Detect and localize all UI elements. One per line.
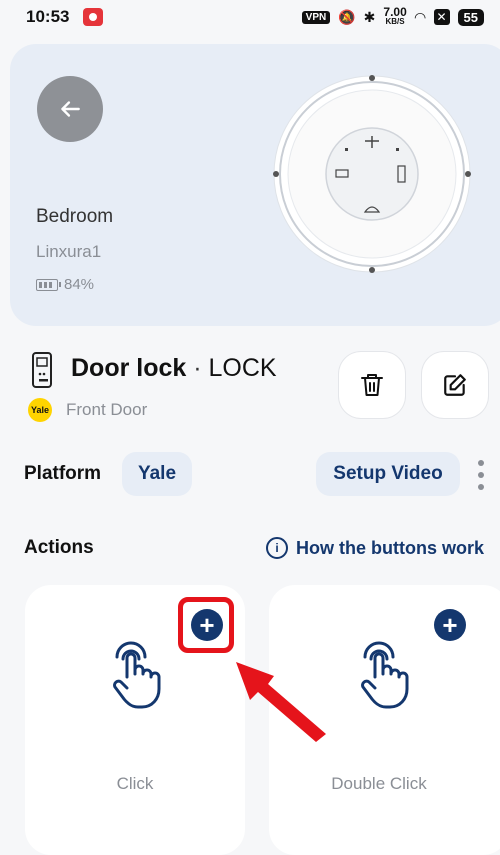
highlight-box bbox=[178, 597, 234, 653]
device-location: Front Door bbox=[66, 400, 148, 419]
more-options-icon[interactable] bbox=[474, 460, 488, 490]
pointer-arrow-icon bbox=[236, 662, 326, 742]
hub-device-image bbox=[273, 75, 471, 273]
x-icon: ✕ bbox=[433, 9, 450, 25]
vpn-badge: VPN bbox=[301, 10, 331, 24]
bluetooth-icon: ✱ bbox=[363, 8, 376, 25]
back-button[interactable] bbox=[37, 76, 103, 142]
hub-name: Linxura1 bbox=[36, 242, 102, 261]
hub-battery: 84% bbox=[36, 276, 94, 293]
battery-indicator: 55 bbox=[457, 8, 484, 26]
edit-icon bbox=[444, 374, 466, 396]
actions-heading: Actions bbox=[24, 537, 94, 558]
screen-record-icon bbox=[83, 8, 104, 26]
add-double-click-action-button[interactable]: + bbox=[434, 609, 466, 641]
action-label-double-click: Double Click bbox=[331, 774, 427, 793]
clock: 10:53 bbox=[26, 7, 70, 26]
arrow-left-icon bbox=[61, 101, 80, 117]
how-buttons-work-label: How the buttons work bbox=[296, 537, 484, 558]
platform-chip[interactable]: Yale bbox=[122, 452, 192, 496]
how-buttons-work-link[interactable]: i How the buttons work bbox=[266, 537, 484, 559]
title-separator: · bbox=[193, 354, 202, 382]
tap-hand-icon bbox=[113, 641, 161, 709]
mute-icon: 🔕 bbox=[338, 8, 356, 25]
action-label-click: Click bbox=[116, 774, 154, 793]
brand-row: Yale Front Door bbox=[28, 398, 147, 422]
setup-video-button[interactable]: Setup Video bbox=[316, 452, 460, 496]
double-tap-hand-icon bbox=[361, 641, 409, 709]
delete-button[interactable] bbox=[339, 352, 405, 418]
network-speed: 7.00 KB/S bbox=[383, 5, 407, 26]
yale-logo: Yale bbox=[28, 398, 52, 422]
room-name: Bedroom bbox=[36, 206, 114, 227]
device-name: Door lock bbox=[71, 354, 187, 382]
wifi-icon: ◠ bbox=[414, 8, 426, 25]
status-bar: 10:53 VPN 🔕 ✱ 7.00 KB/S ◠ ✕ 55 bbox=[0, 0, 500, 34]
battery-level: 84% bbox=[64, 276, 95, 293]
battery-icon bbox=[36, 278, 61, 291]
device-type: LOCK bbox=[208, 354, 277, 382]
device-title: Door lock · LOCK bbox=[71, 354, 277, 383]
info-icon: i bbox=[266, 537, 288, 559]
edit-button[interactable] bbox=[422, 352, 488, 418]
trash-icon bbox=[361, 374, 383, 396]
platform-label: Platform bbox=[24, 463, 102, 484]
door-lock-icon bbox=[32, 352, 52, 388]
hub-card: Bedroom Linxura1 84% bbox=[10, 44, 500, 326]
